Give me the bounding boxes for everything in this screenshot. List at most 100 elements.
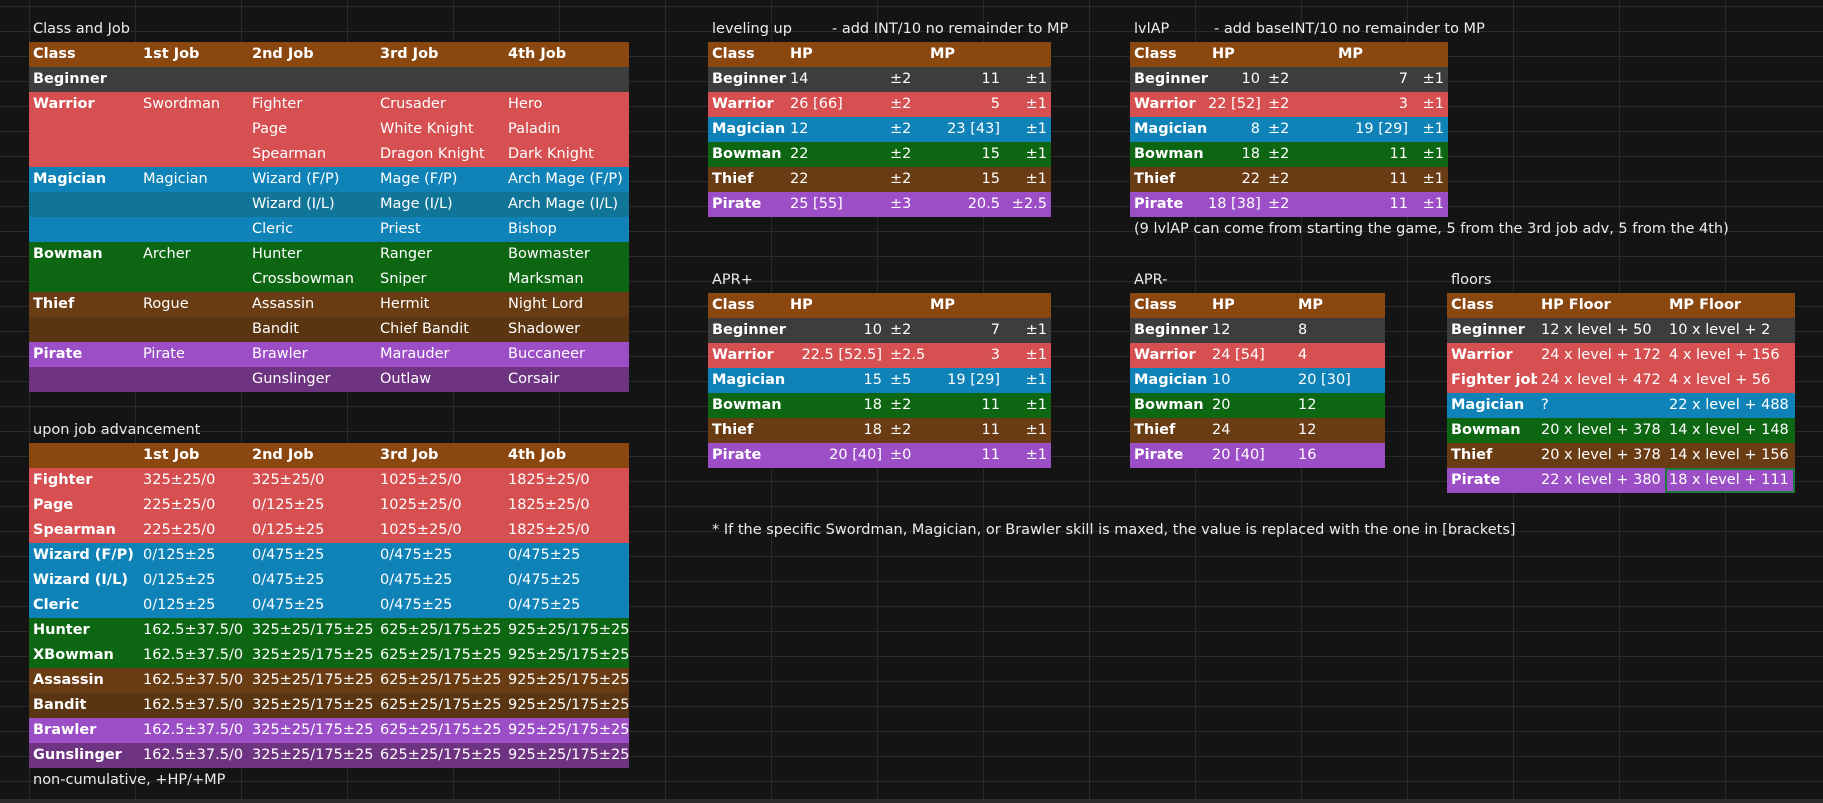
- table-cell[interactable]: 7: [1334, 67, 1412, 92]
- table-cell[interactable]: ±3: [886, 192, 926, 217]
- table-cell[interactable]: Mage (I/L): [376, 192, 504, 217]
- table-cell[interactable]: 19 [29]: [1334, 117, 1412, 142]
- table-cell[interactable]: Beginner: [1130, 67, 1208, 92]
- table-cell[interactable]: Pirate: [708, 192, 786, 217]
- table-cell[interactable]: 0/125±25: [139, 543, 248, 568]
- table-cell[interactable]: 24 [54]: [1208, 343, 1294, 368]
- table-cell[interactable]: ±1: [1004, 117, 1051, 142]
- table-cell[interactable]: Warrior: [29, 92, 139, 117]
- table-cell[interactable]: 925±25/175±25: [504, 643, 629, 668]
- table-cell[interactable]: 11: [926, 393, 1004, 418]
- table-cell[interactable]: 3: [926, 343, 1004, 368]
- table-cell[interactable]: Corsair: [504, 367, 629, 392]
- table-cell[interactable]: Cleric: [29, 593, 139, 618]
- table-cell[interactable]: ±2: [886, 92, 926, 117]
- table-cell[interactable]: 10: [1208, 368, 1294, 393]
- table-cell[interactable]: 162.5±37.5/0: [139, 718, 248, 743]
- table-cell[interactable]: ±1: [1004, 318, 1051, 343]
- table-cell[interactable]: 12: [1294, 418, 1385, 443]
- table-cell[interactable]: 10: [786, 318, 886, 343]
- table-cell[interactable]: 22: [786, 142, 886, 167]
- table-cell[interactable]: Wizard (F/P): [248, 167, 376, 192]
- table-cell[interactable]: Thief: [1130, 418, 1208, 443]
- table-cell[interactable]: XBowman: [29, 643, 139, 668]
- table-cell[interactable]: 0/475±25: [248, 593, 376, 618]
- table-cell[interactable]: 1825±25/0: [504, 518, 629, 543]
- table-cell[interactable]: ±2: [886, 67, 926, 92]
- table-cell[interactable]: 14: [786, 67, 886, 92]
- table-cell[interactable]: Marauder: [376, 342, 504, 367]
- table-cell[interactable]: Warrior: [1130, 92, 1208, 117]
- table-cell[interactable]: Beginner: [708, 67, 786, 92]
- table-cell[interactable]: ±2: [1264, 117, 1334, 142]
- table-cell[interactable]: White Knight: [376, 117, 504, 142]
- table-cell[interactable]: ±1: [1004, 443, 1051, 468]
- table-cell[interactable]: 325±25/175±25: [248, 618, 376, 643]
- table-cell[interactable]: ±1: [1004, 67, 1051, 92]
- table-cell[interactable]: 11: [1334, 167, 1412, 192]
- table-cell[interactable]: [29, 117, 139, 142]
- table-cell[interactable]: [139, 367, 248, 392]
- table-cell[interactable]: Mage (F/P): [376, 167, 504, 192]
- table-cell[interactable]: Assassin: [29, 668, 139, 693]
- table-cell[interactable]: 22 x level + 380: [1537, 468, 1665, 493]
- table-cell[interactable]: Bowman: [708, 393, 786, 418]
- table-cell[interactable]: 0/125±25: [248, 518, 376, 543]
- table-cell[interactable]: [504, 67, 629, 92]
- table-cell[interactable]: 0/475±25: [504, 543, 629, 568]
- table-cell[interactable]: Bishop: [504, 217, 629, 242]
- table-cell[interactable]: 625±25/175±25: [376, 743, 504, 768]
- table-cell[interactable]: 325±25/175±25: [248, 668, 376, 693]
- table-cell[interactable]: Page: [248, 117, 376, 142]
- table-cell[interactable]: Warrior: [708, 92, 786, 117]
- table-cell[interactable]: ±1: [1412, 67, 1448, 92]
- table-cell[interactable]: Hermit: [376, 292, 504, 317]
- table-cell[interactable]: 162.5±37.5/0: [139, 743, 248, 768]
- table-cell[interactable]: ±2: [886, 318, 926, 343]
- table-cell[interactable]: 925±25/175±25: [504, 718, 629, 743]
- table-cell[interactable]: 12 x level + 50: [1537, 318, 1665, 343]
- table-cell[interactable]: 325±25/175±25: [248, 643, 376, 668]
- table-cell[interactable]: [29, 142, 139, 167]
- table-cell[interactable]: Chief Bandit: [376, 317, 504, 342]
- table-cell[interactable]: 4 x level + 156: [1665, 343, 1795, 368]
- table-cell[interactable]: 0/125±25: [139, 593, 248, 618]
- table-cell[interactable]: 3: [1334, 92, 1412, 117]
- table-cell[interactable]: Pirate: [1130, 443, 1208, 468]
- table-cell[interactable]: 0/125±25: [248, 493, 376, 518]
- table-cell[interactable]: [29, 192, 139, 217]
- table-cell[interactable]: ±1: [1004, 92, 1051, 117]
- table-cell[interactable]: 1025±25/0: [376, 468, 504, 493]
- table-cell[interactable]: ±0: [886, 443, 926, 468]
- table-cell[interactable]: 325±25/175±25: [248, 693, 376, 718]
- table-cell[interactable]: 1025±25/0: [376, 518, 504, 543]
- table-cell[interactable]: 11: [926, 443, 1004, 468]
- table-cell[interactable]: 0/475±25: [248, 568, 376, 593]
- table-cell[interactable]: ±1: [1412, 142, 1448, 167]
- table-cell[interactable]: Assassin: [248, 292, 376, 317]
- table-cell[interactable]: Page: [29, 493, 139, 518]
- table-cell[interactable]: 925±25/175±25: [504, 618, 629, 643]
- table-cell[interactable]: Thief: [1447, 443, 1537, 468]
- table-cell[interactable]: Bowmaster: [504, 242, 629, 267]
- table-cell[interactable]: 625±25/175±25: [376, 693, 504, 718]
- table-cell[interactable]: 7: [926, 318, 1004, 343]
- table-cell[interactable]: 25 [55]: [786, 192, 886, 217]
- table-cell[interactable]: Shadower: [504, 317, 629, 342]
- table-cell[interactable]: [29, 217, 139, 242]
- table-cell[interactable]: [29, 267, 139, 292]
- table-cell[interactable]: [139, 192, 248, 217]
- table-cell[interactable]: Pirate: [1130, 192, 1208, 217]
- table-cell[interactable]: 325±25/175±25: [248, 718, 376, 743]
- table-cell[interactable]: [139, 217, 248, 242]
- table-cell[interactable]: Crusader: [376, 92, 504, 117]
- table-cell[interactable]: 18 x level + 111: [1665, 468, 1795, 493]
- table-cell[interactable]: [29, 317, 139, 342]
- table-cell[interactable]: Warrior: [1447, 343, 1537, 368]
- table-cell[interactable]: Beginner: [708, 318, 786, 343]
- table-cell[interactable]: 0/475±25: [248, 543, 376, 568]
- table-cell[interactable]: 18: [786, 418, 886, 443]
- table-cell[interactable]: 15: [786, 368, 886, 393]
- table-cell[interactable]: Bowman: [29, 242, 139, 267]
- table-cell[interactable]: 0/475±25: [504, 593, 629, 618]
